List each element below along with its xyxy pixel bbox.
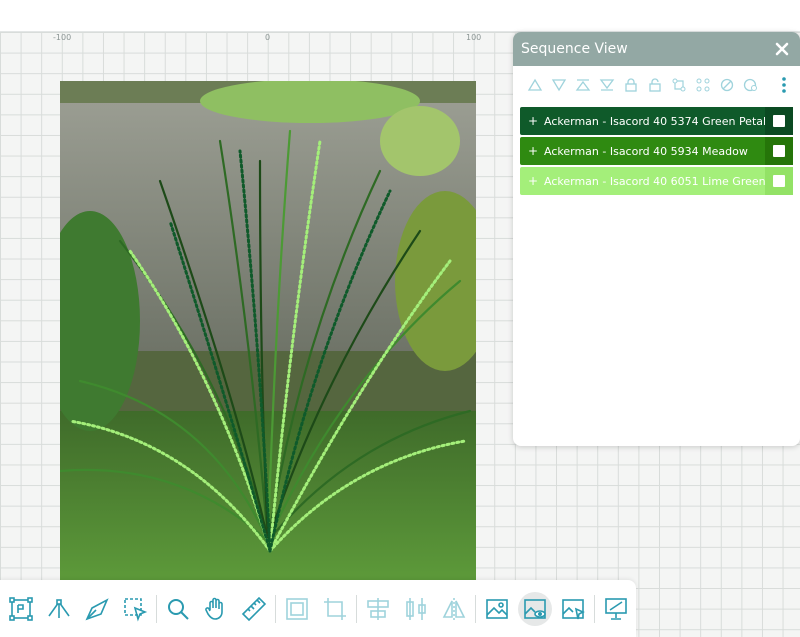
triangle-up-icon[interactable] [525,75,545,95]
thread-list: + Ackerman - Isacord 40 5374 Green Petal… [513,104,800,195]
pen-icon[interactable] [80,592,114,626]
select-points-icon[interactable] [4,592,38,626]
thread-label: Ackerman - Isacord 40 6051 Lime Green [544,174,765,188]
hand-icon[interactable] [199,592,233,626]
panel-title: Sequence View [521,41,628,57]
toolbar-divider [275,594,276,623]
select-area-icon[interactable] [118,592,152,626]
image-select-icon[interactable] [556,592,590,626]
image-icon[interactable] [480,592,514,626]
thread-row[interactable]: + Ackerman - Isacord 40 5934 Meadow [520,137,793,165]
toolbar-divider [594,594,595,623]
split-icon[interactable] [669,75,689,95]
unlock-icon[interactable] [645,75,665,95]
visibility-icon[interactable] [741,75,761,95]
mirror-icon[interactable] [437,592,471,626]
toolbar-divider [156,594,157,623]
link-icon[interactable] [693,75,713,95]
align-icon[interactable] [361,592,395,626]
thread-row[interactable]: + Ackerman - Isacord 40 6051 Lime Green [520,167,793,195]
thread-label: Ackerman - Isacord 40 5374 Green Petal [544,114,765,128]
thread-checkbox[interactable] [765,107,793,135]
thread-row[interactable]: + Ackerman - Isacord 40 5374 Green Petal [520,107,793,135]
toolbar-divider [475,594,476,623]
more-vertical-icon[interactable] [774,75,794,95]
ruler-tick: -100 [53,33,72,42]
triangle-bottom-bar-icon[interactable] [597,75,617,95]
hide-icon[interactable] [717,75,737,95]
toolbar-divider [356,594,357,623]
thread-checkbox[interactable] [765,137,793,165]
thread-checkbox[interactable] [765,167,793,195]
distribute-icon[interactable] [399,592,433,626]
lock-icon[interactable] [621,75,641,95]
expand-plus-icon[interactable]: + [528,174,544,188]
panel-header: Sequence View [513,32,800,66]
expand-plus-icon[interactable]: + [528,144,544,158]
plant-embroidery-image [60,81,476,581]
image-preview-icon[interactable] [518,591,552,626]
thread-label: Ackerman - Isacord 40 5934 Meadow [544,144,748,158]
triangle-top-bar-icon[interactable] [573,75,593,95]
ruler-icon[interactable] [237,592,271,626]
fit-design-icon[interactable] [280,592,314,626]
zoom-icon[interactable] [161,592,195,626]
node-edit-icon[interactable] [42,592,76,626]
presentation-icon[interactable] [599,592,633,626]
bottom-toolbar [0,580,636,637]
expand-plus-icon[interactable]: + [528,114,544,128]
sequence-view-panel: Sequence View + Ackerman - Isacord 40 53… [513,32,800,446]
background-photo[interactable] [60,81,476,581]
triangle-down-icon[interactable] [549,75,569,95]
crop-icon[interactable] [318,592,352,626]
close-icon[interactable] [772,39,792,59]
top-bar [0,0,800,32]
ruler-tick: 0 [265,33,271,42]
sequence-toolbar [513,66,800,104]
ruler-tick: 100 [466,33,482,42]
